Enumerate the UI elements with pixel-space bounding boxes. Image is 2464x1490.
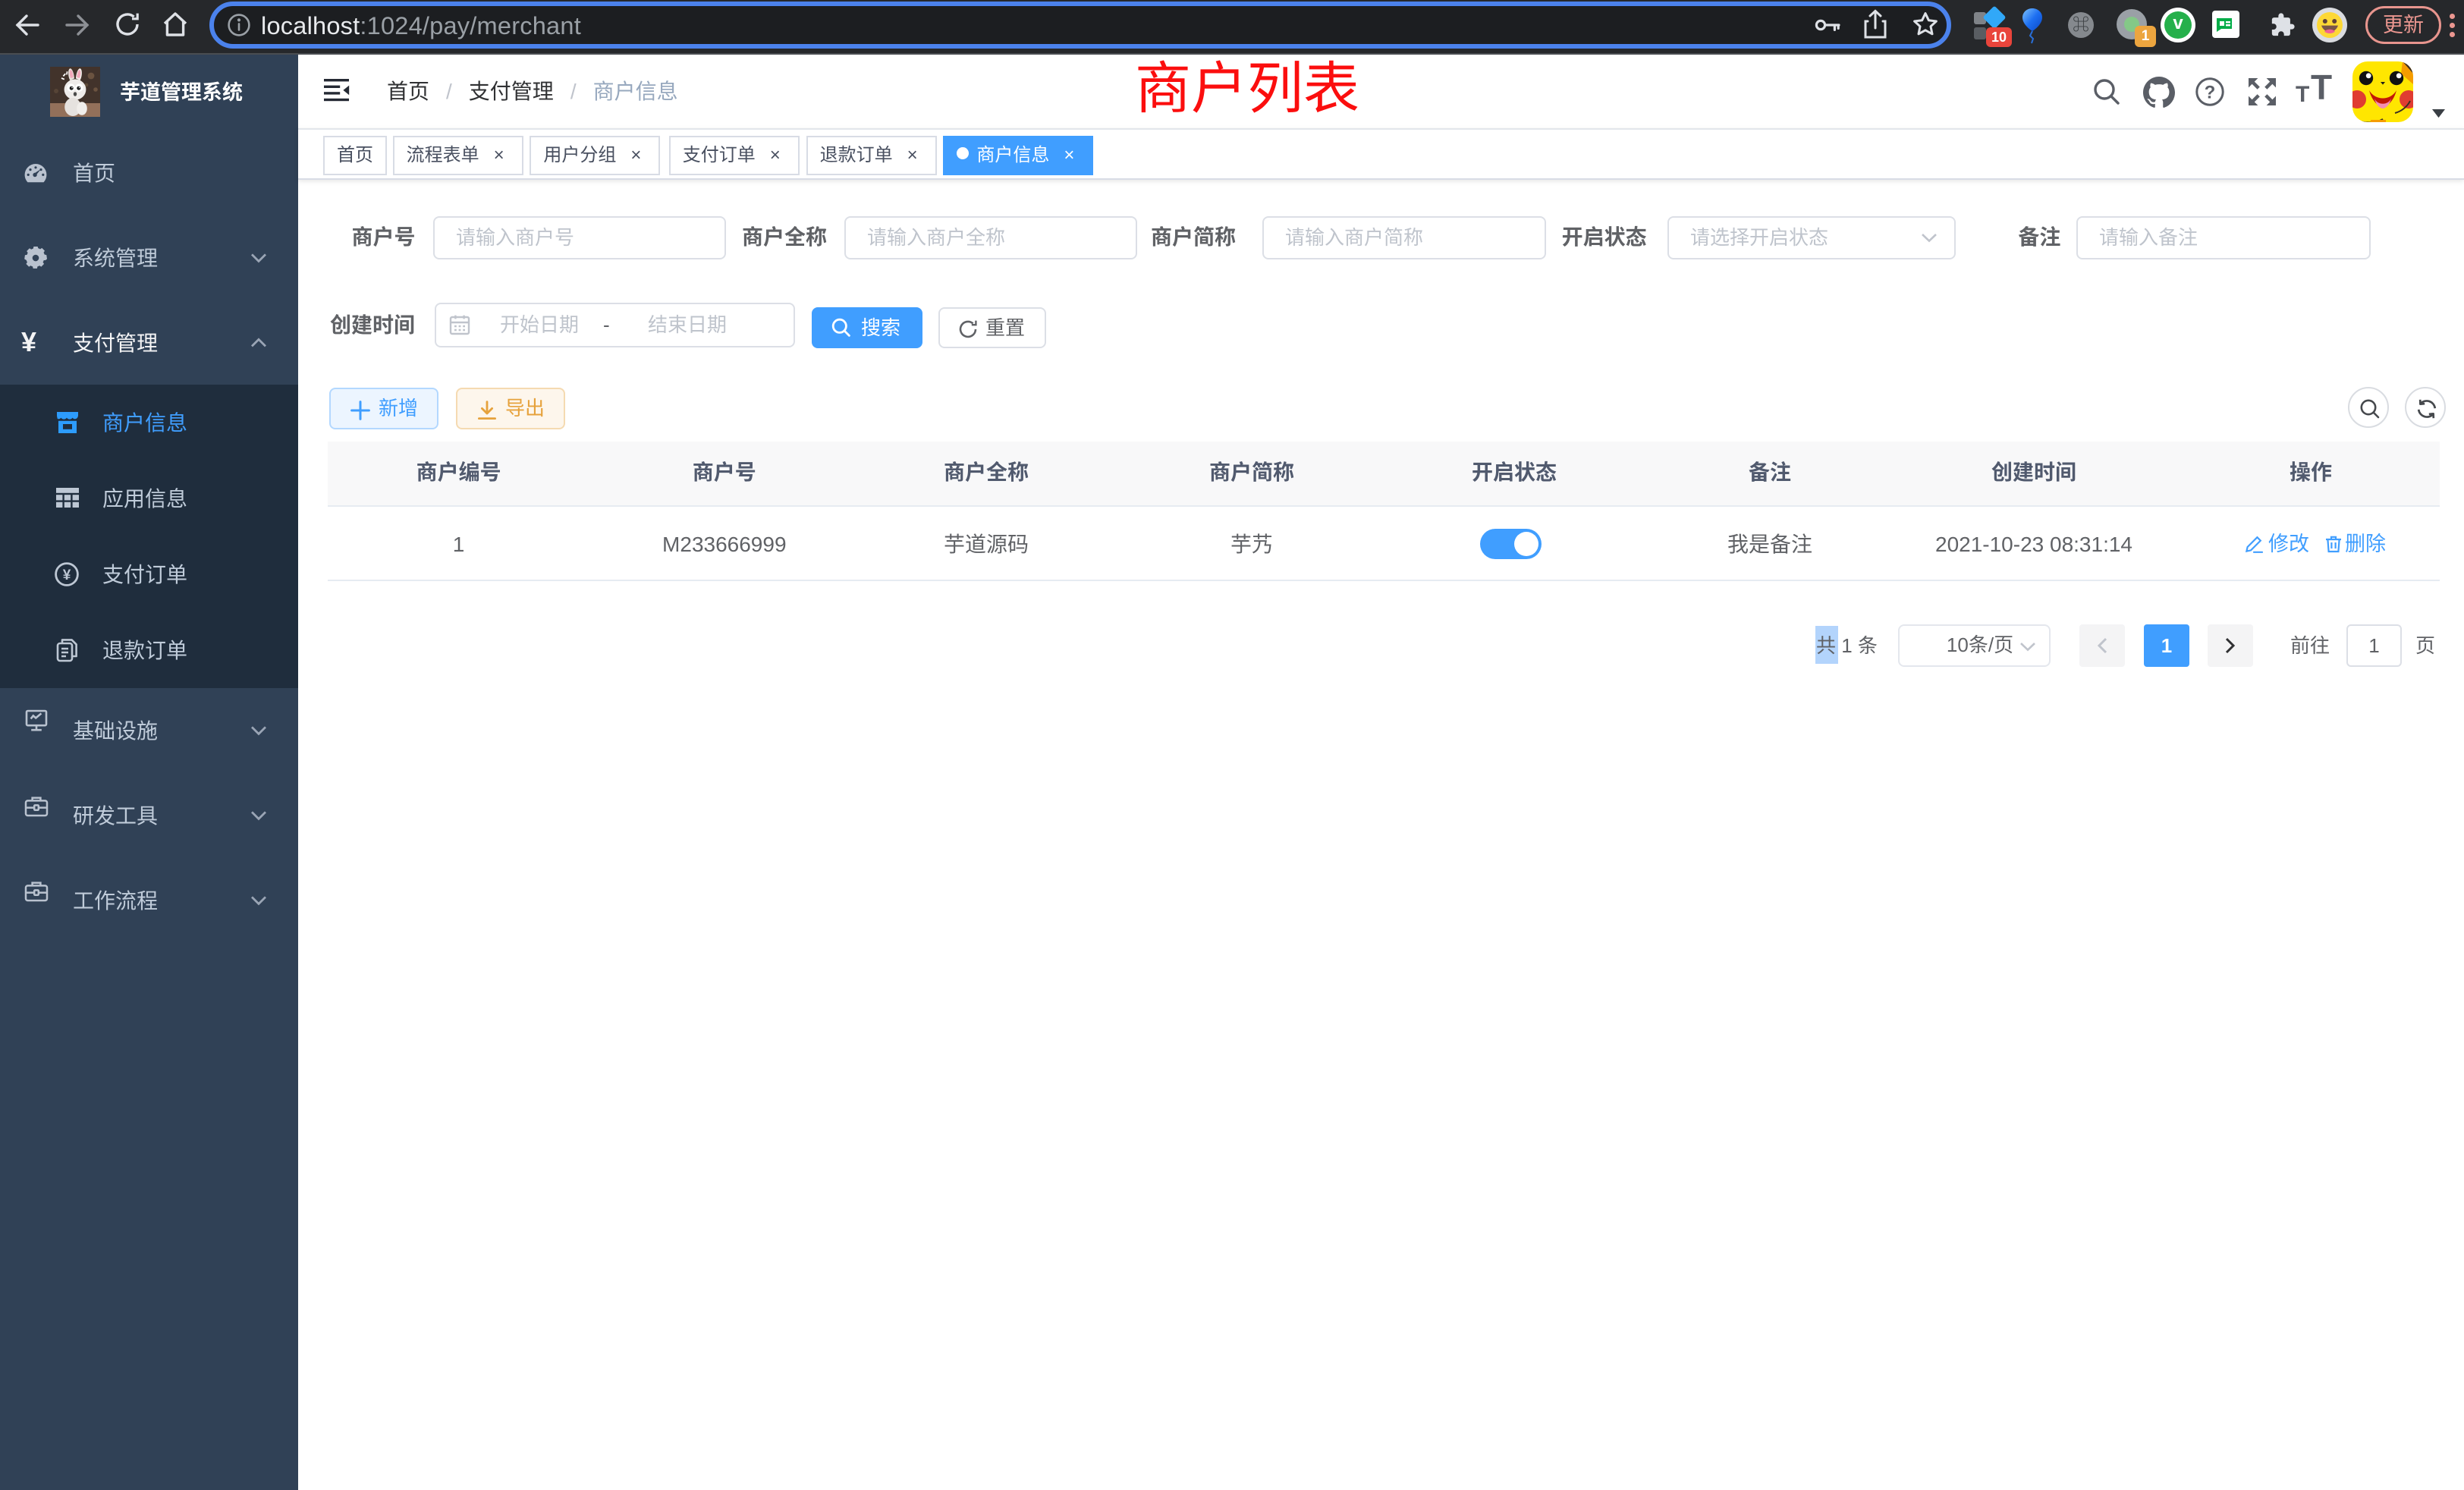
svg-text:¥: ¥ [63, 567, 71, 583]
svg-text:?: ? [2205, 83, 2216, 103]
